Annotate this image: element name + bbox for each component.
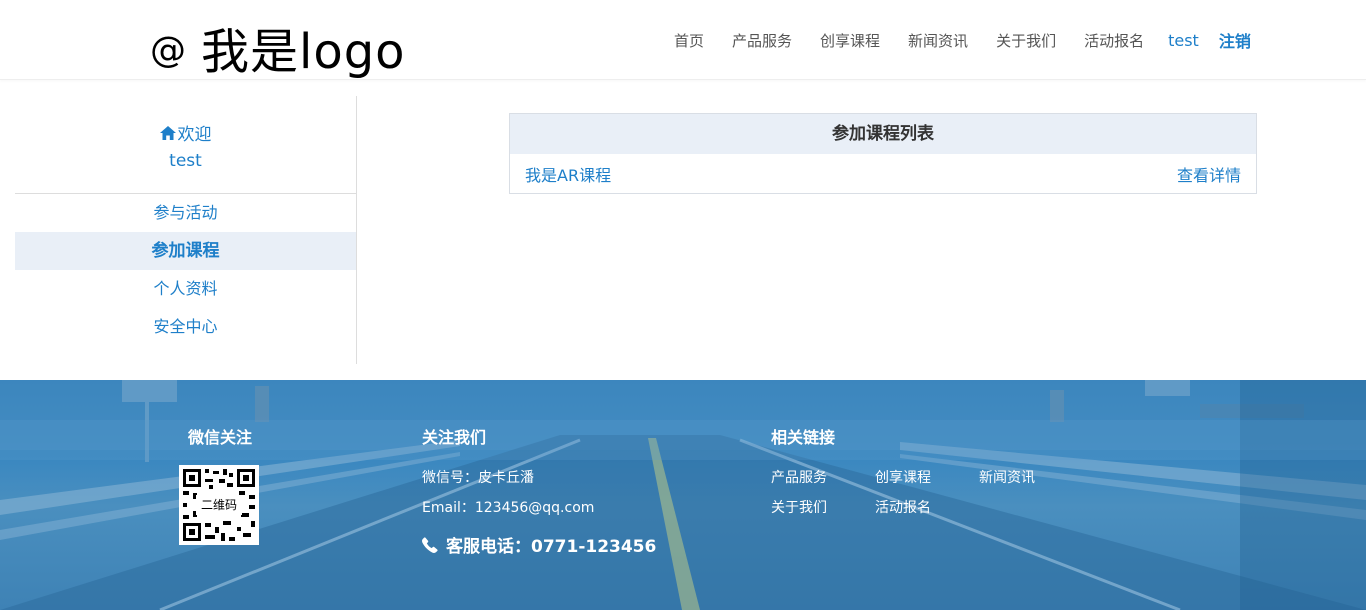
course-list-panel: 参加课程列表 我是AR课程 查看详情 [509,113,1257,194]
logout-link[interactable]: 注销 [1219,28,1251,52]
view-details-link[interactable]: 查看详情 [1177,162,1241,186]
table-row: 我是AR课程 查看详情 [510,154,1256,194]
footer-link-about[interactable]: 关于我们 [771,497,827,517]
nav-events[interactable]: 活动报名 [1084,30,1144,51]
sidebar-item-courses[interactable]: 参加课程 [15,232,356,270]
panel-title: 参加课程列表 [510,114,1256,154]
qr-code-label: 二维码 [196,495,242,515]
nav-about[interactable]: 关于我们 [996,30,1056,51]
welcome-label: 欢迎 [177,125,212,145]
phone-icon [422,536,438,553]
sidebar: 欢迎 test 参与活动 参加课程 个人资料 安全中心 [15,96,357,364]
footer-link-products[interactable]: 产品服务 [771,467,827,487]
site-logo[interactable]: @ 我是logo [150,12,406,82]
nav-username[interactable]: test [1168,31,1199,50]
wechat-title: 微信关注 [188,428,253,447]
welcome-box: 欢迎 test [15,96,356,194]
site-footer: 微信关注 二维码 关注我们 微信号：皮卡丘潘 Email：123456@qq.c… [0,380,1366,610]
nav-products[interactable]: 产品服务 [732,30,792,51]
phone-text: 客服电话：0771-123456 [446,537,657,557]
email-text: Email：123456@qq.com [422,500,595,516]
footer-link-news[interactable]: 新闻资讯 [979,467,1035,487]
nav-home[interactable]: 首页 [674,30,704,51]
main-nav: 首页 产品服务 创享课程 新闻资讯 关于我们 活动报名 test 注销 [660,0,1265,80]
qr-code: 二维码 [179,465,259,545]
course-name-link[interactable]: 我是AR课程 [525,162,611,186]
links-title: 相关链接 [771,428,836,447]
follow-title: 关注我们 [422,428,487,447]
nav-news[interactable]: 新闻资讯 [908,30,968,51]
footer-link-courses[interactable]: 创享课程 [875,467,931,487]
logo-at-symbol: @ [150,30,187,71]
wechat-id-text: 微信号：皮卡丘潘 [422,470,534,486]
footer-link-events[interactable]: 活动报名 [875,497,931,517]
logo-text: 我是logo [201,24,406,80]
phone-line: 客服电话：0771-123456 [422,532,656,557]
sidebar-username: test [169,151,202,171]
nav-courses[interactable]: 创享课程 [820,30,880,51]
sidebar-item-activities[interactable]: 参与活动 [15,194,356,232]
home-icon [159,125,176,140]
site-header: @ 我是logo 首页 产品服务 创享课程 新闻资讯 关于我们 活动报名 test… [0,0,1366,80]
sidebar-item-profile[interactable]: 个人资料 [15,270,356,308]
welcome-line: 欢迎 [15,120,356,145]
sidebar-item-security[interactable]: 安全中心 [15,308,356,346]
